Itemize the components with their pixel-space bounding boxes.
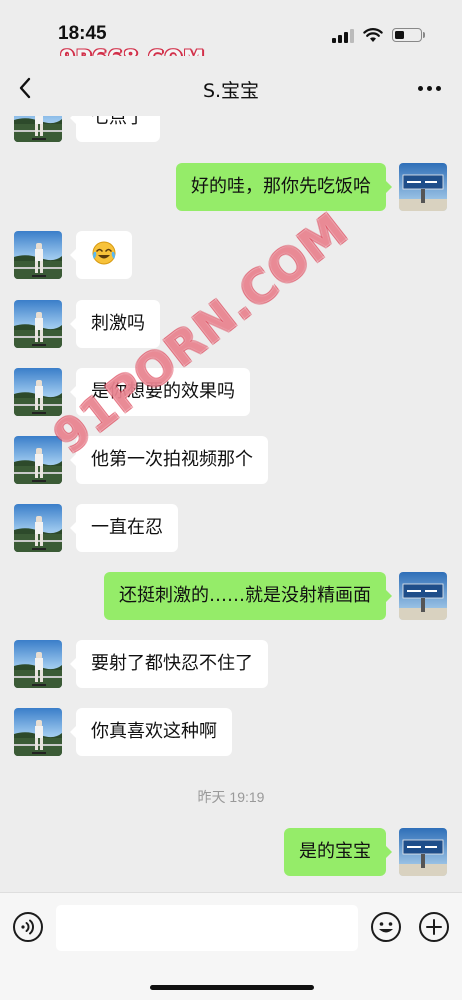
message-list[interactable]: 七点了 好的哇，那你先吃饭哈 刺激吗 是你想要的效果吗 他第一次拍视频那个 一直… bbox=[0, 116, 462, 892]
contact-avatar[interactable] bbox=[14, 708, 62, 756]
chat-header: S.宝宝 bbox=[0, 56, 462, 116]
contact-avatar[interactable] bbox=[14, 300, 62, 348]
battery-icon bbox=[392, 28, 422, 42]
message-bubble[interactable]: 是的宝宝 bbox=[284, 828, 392, 876]
message-bubble[interactable]: 一直在忍 bbox=[70, 504, 178, 552]
my-avatar[interactable] bbox=[399, 828, 447, 876]
message-bubble[interactable]: 好的哇，那你先吃饭哈 bbox=[176, 163, 392, 211]
contact-avatar[interactable] bbox=[14, 504, 62, 552]
message-timestamp: 昨天 19:19 bbox=[197, 789, 265, 805]
contact-avatar[interactable] bbox=[14, 368, 62, 416]
my-avatar[interactable] bbox=[399, 163, 447, 211]
message-bubble[interactable] bbox=[70, 231, 132, 279]
status-bar: 18:45 9P668.COM bbox=[0, 0, 462, 70]
battery-tip bbox=[423, 32, 425, 38]
wifi-icon bbox=[363, 28, 383, 42]
message-bubble[interactable]: 刺激吗 bbox=[70, 300, 160, 348]
input-bar bbox=[0, 892, 462, 1000]
message-bubble[interactable]: 是你想要的效果吗 bbox=[70, 368, 250, 416]
message-bubble[interactable]: 要射了都快忍不住了 bbox=[70, 640, 268, 688]
voice-icon[interactable] bbox=[12, 911, 44, 943]
home-indicator bbox=[150, 985, 314, 990]
message-bubble[interactable]: 他第一次拍视频那个 bbox=[70, 436, 268, 484]
message-bubble[interactable]: 还挺刺激的……就是没射精画面 bbox=[104, 572, 392, 620]
message-bubble[interactable]: 你真喜欢这种啊 bbox=[70, 708, 232, 756]
status-time: 18:45 bbox=[58, 23, 107, 44]
my-avatar[interactable] bbox=[399, 572, 447, 620]
message-input[interactable] bbox=[56, 905, 358, 951]
chat-title: S.宝宝 bbox=[202, 80, 260, 102]
face-with-tears-of-joy-icon bbox=[92, 241, 116, 265]
cellular-signal-icon bbox=[332, 29, 354, 43]
smile-icon[interactable] bbox=[370, 911, 402, 943]
plus-icon[interactable] bbox=[418, 911, 450, 943]
contact-avatar[interactable] bbox=[14, 116, 62, 142]
contact-avatar[interactable] bbox=[14, 640, 62, 688]
more-dots-icon[interactable] bbox=[418, 79, 442, 97]
contact-avatar[interactable] bbox=[14, 436, 62, 484]
message-bubble[interactable]: 七点了 bbox=[70, 116, 160, 142]
contact-avatar[interactable] bbox=[14, 231, 62, 279]
